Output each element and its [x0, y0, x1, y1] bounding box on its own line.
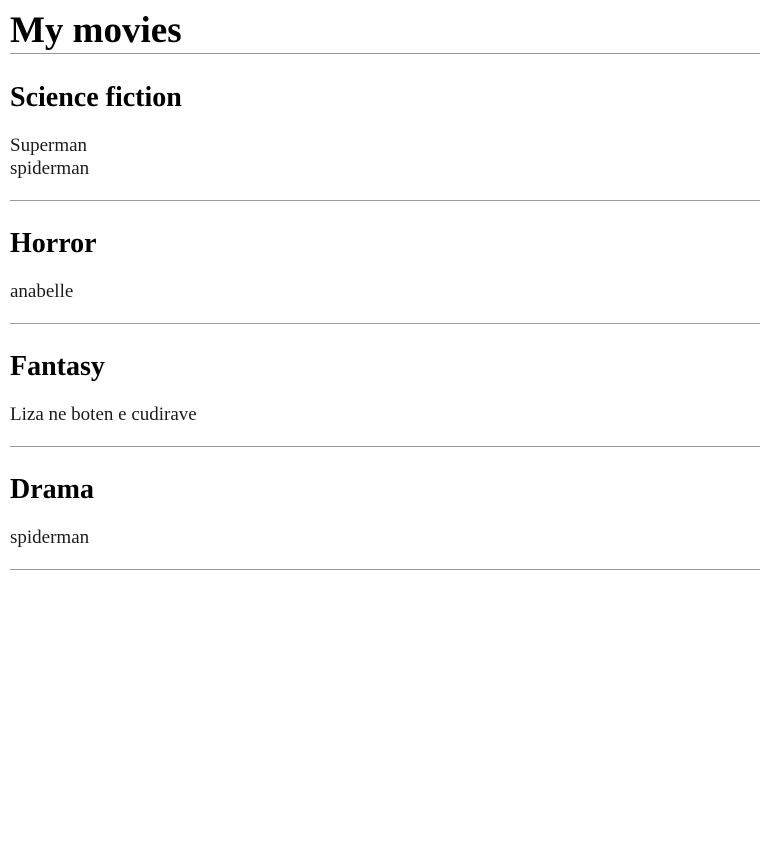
- page-title: My movies: [10, 10, 182, 51]
- movie-list: spiderman: [10, 526, 760, 549]
- movie-list: anabelle: [10, 280, 760, 303]
- movie-item: spiderman: [10, 527, 90, 548]
- genre-title: Horror: [10, 228, 97, 259]
- genre-title: Drama: [10, 474, 94, 505]
- genre-section-horror: Horror anabelle: [10, 228, 760, 303]
- movie-item: Superman: [10, 135, 88, 156]
- title-divider: [10, 53, 760, 54]
- movie-list: Liza ne boten e cudirave: [10, 403, 760, 426]
- section-divider: [10, 323, 760, 324]
- section-divider: [10, 200, 760, 201]
- genre-title: Fantasy: [10, 351, 105, 382]
- genre-section-fantasy: Fantasy Liza ne boten e cudirave: [10, 351, 760, 426]
- section-divider: [10, 446, 760, 447]
- section-divider: [10, 569, 760, 570]
- movie-list: Superman spiderman: [10, 134, 760, 180]
- genre-section-science-fiction: Science fiction Superman spiderman: [10, 82, 760, 180]
- movie-item: anabelle: [10, 281, 74, 302]
- movie-item: Liza ne boten e cudirave: [10, 404, 197, 425]
- genre-title: Science fiction: [10, 82, 182, 113]
- genre-section-drama: Drama spiderman: [10, 474, 760, 549]
- movie-item: spiderman: [10, 158, 90, 179]
